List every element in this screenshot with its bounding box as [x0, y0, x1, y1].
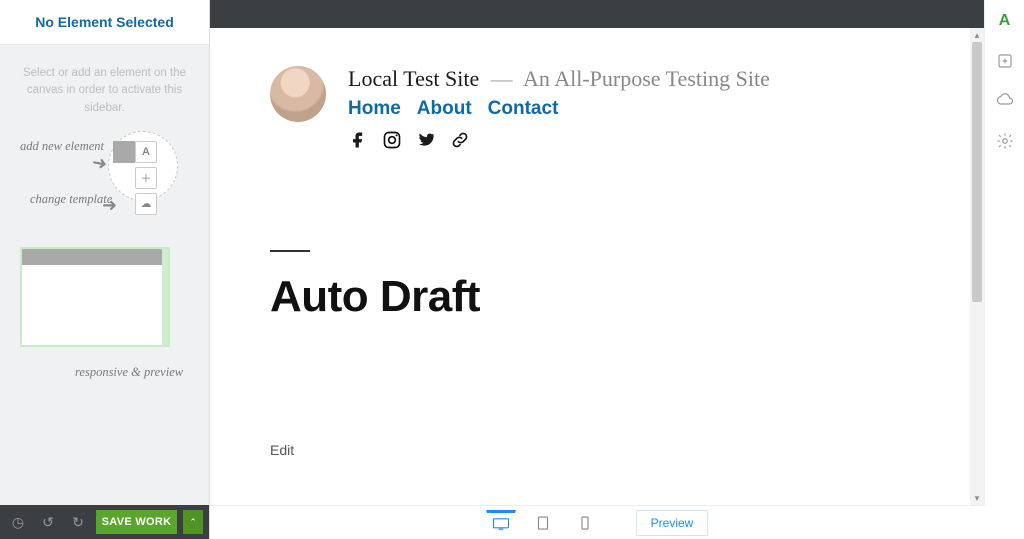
illustration-window	[20, 247, 170, 347]
link-icon[interactable]	[450, 130, 470, 150]
templates-button[interactable]	[992, 88, 1018, 114]
instagram-icon[interactable]	[382, 130, 402, 150]
device-desktop-button[interactable]	[486, 510, 516, 536]
twitter-icon[interactable]	[416, 130, 436, 150]
site-title-line: Local Test Site — An All-Purpose Testing…	[348, 66, 924, 92]
nav-home[interactable]: Home	[348, 98, 401, 120]
settings-button[interactable]	[992, 128, 1018, 154]
sidebar-illustration: add new element ➜ change template ➜ A ＋ …	[0, 127, 209, 505]
scroll-up-icon[interactable]: ▴	[970, 28, 984, 42]
illustration-cloud-icon: ☁	[135, 193, 157, 215]
avatar	[270, 66, 326, 122]
title-separator: —	[491, 66, 513, 91]
scroll-down-icon[interactable]: ▾	[970, 491, 984, 505]
facebook-icon[interactable]	[348, 130, 368, 150]
illustration-plus-icon: ＋	[135, 167, 157, 189]
site-title[interactable]: Local Test Site	[348, 66, 479, 91]
app-logo-icon[interactable]: A	[992, 8, 1018, 34]
sidebar-hint-text: Select or add an element on the canvas i…	[0, 45, 209, 127]
hint-add-new: add new element	[20, 139, 104, 154]
device-tablet-button[interactable]	[528, 510, 558, 536]
sidebar-title: No Element Selected	[0, 14, 209, 30]
hint-responsive: responsive & preview	[75, 365, 183, 380]
illustration-dark-block	[113, 141, 135, 163]
canvas-area[interactable]: Local Test Site — An All-Purpose Testing…	[210, 0, 984, 505]
nav-about[interactable]: About	[417, 98, 472, 120]
edit-link[interactable]: Edit	[270, 442, 924, 458]
sidebar-footer: ◷ ↺ ↻ SAVE WORK ⌃	[0, 505, 209, 539]
right-rail: A	[984, 0, 1024, 505]
site-tagline: An All-Purpose Testing Site	[523, 66, 770, 91]
save-button[interactable]: SAVE WORK	[96, 510, 177, 534]
preview-button[interactable]: Preview	[636, 510, 709, 536]
scrollbar-thumb[interactable]	[972, 42, 982, 302]
add-element-button[interactable]	[992, 48, 1018, 74]
save-dropdown[interactable]: ⌃	[183, 510, 203, 534]
illustration-logo-icon: A	[135, 141, 157, 163]
vertical-scrollbar[interactable]: ▴ ▾	[970, 28, 984, 505]
arrow-icon: ➜	[90, 152, 109, 175]
redo-icon[interactable]: ↻	[66, 510, 90, 534]
undo-icon[interactable]: ↺	[36, 510, 60, 534]
left-sidebar: No Element Selected Select or add an ele…	[0, 0, 210, 539]
history-icon[interactable]: ◷	[6, 510, 30, 534]
arrow-icon: ➜	[102, 195, 117, 216]
illustration-toolbar: A ＋ ☁	[135, 141, 157, 215]
canvas-topbar	[210, 0, 984, 28]
primary-nav: Home About Contact	[348, 98, 924, 120]
hint-change-template: change template	[30, 192, 112, 207]
social-links	[348, 130, 924, 150]
nav-contact[interactable]: Contact	[488, 98, 559, 120]
sidebar-header: No Element Selected	[0, 0, 209, 45]
page-content: Local Test Site — An All-Purpose Testing…	[210, 28, 984, 498]
post-title[interactable]: Auto Draft	[270, 272, 924, 322]
device-mobile-button[interactable]	[570, 510, 600, 536]
bottom-toolbar: Preview	[210, 505, 984, 539]
post-divider	[270, 250, 310, 252]
